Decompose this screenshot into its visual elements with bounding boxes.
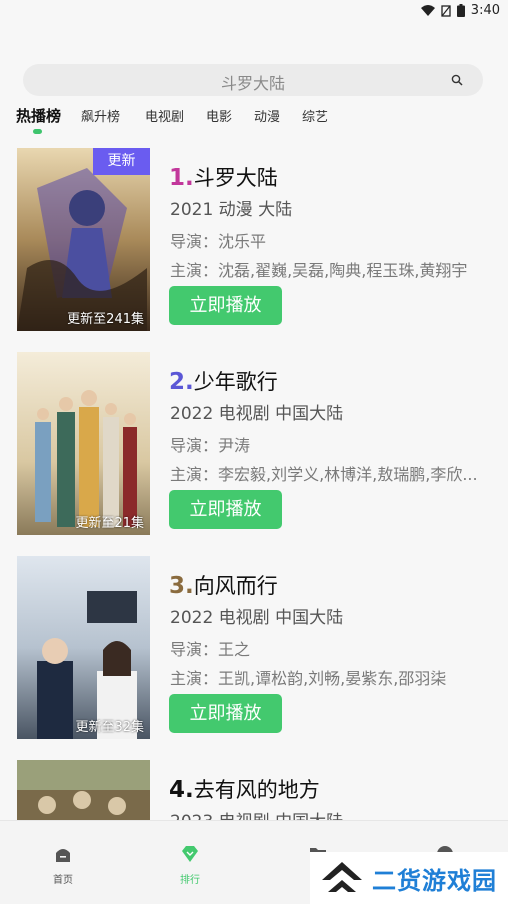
item-cast: 主演：李宏毅,刘学义,林博洋,敖瑞鹏,李欣...: [170, 465, 478, 484]
item-director: 导演：王之: [170, 640, 251, 659]
item-title[interactable]: 3.向风而行: [169, 570, 278, 600]
poster-art: [17, 148, 150, 331]
tab-rising[interactable]: 飙升榜: [81, 106, 120, 125]
nav-rank[interactable]: 排行: [160, 845, 220, 886]
poster-art: [17, 556, 150, 739]
watermark-logo-icon: [322, 862, 362, 892]
battery-icon: [456, 4, 465, 17]
category-tabs: 热播榜 飙升榜 电视剧 电影 动漫 综艺: [0, 104, 508, 134]
play-button[interactable]: 立即播放: [169, 694, 282, 733]
list-item[interactable]: 更新至21集 2.少年歌行 2022 电视剧 中国大陆 导演：尹涛 主演：李宏毅…: [0, 352, 508, 538]
item-meta: 2021 动漫 大陆: [170, 200, 293, 220]
sim-icon: [441, 4, 451, 17]
rank-number: 3.: [169, 573, 194, 599]
search-icon[interactable]: [451, 74, 463, 86]
tab-tv[interactable]: 电视剧: [145, 106, 184, 125]
tab-anime[interactable]: 动漫: [254, 106, 280, 125]
episode-count: 更新至241集: [67, 312, 144, 327]
rank-number: 1.: [169, 165, 194, 191]
item-title[interactable]: 1.斗罗大陆: [169, 162, 278, 192]
watermark-text: 二货游戏园: [372, 866, 497, 895]
rank-number: 2.: [169, 369, 194, 395]
tab-indicator: [33, 129, 42, 134]
nav-rank-label: 排行: [180, 875, 200, 886]
rank-number: 4.: [169, 777, 194, 803]
search-query: 斗罗大陆: [220, 74, 285, 93]
update-badge: 更新: [93, 148, 150, 175]
episode-count: 更新至32集: [75, 720, 144, 735]
item-cast: 主演：沈磊,翟巍,吴磊,陶典,程玉珠,黄翔宇: [170, 261, 468, 280]
poster-image[interactable]: 更新 更新至241集: [17, 148, 150, 331]
title-text: 去有风的地方: [193, 778, 320, 802]
nav-home[interactable]: 首页: [33, 845, 93, 886]
item-meta: 2022 电视剧 中国大陆: [170, 404, 344, 424]
item-director: 导演：沈乐平: [170, 232, 267, 251]
tab-hot[interactable]: 热播榜: [16, 105, 61, 126]
poster-image[interactable]: 更新至32集: [17, 556, 150, 739]
home-icon: [56, 849, 70, 862]
status-bar: 3:40: [0, 0, 508, 24]
site-watermark: 二货游戏园: [310, 852, 508, 904]
nav-home-label: 首页: [53, 875, 73, 886]
title-text: 斗罗大陆: [193, 166, 278, 190]
item-cast: 主演：王凯,谭松韵,刘畅,晏紫东,邵羽柒: [170, 669, 447, 688]
item-title[interactable]: 4.去有风的地方: [169, 774, 320, 804]
poster-image[interactable]: 更新至21集: [17, 352, 150, 535]
tab-variety[interactable]: 综艺: [302, 106, 328, 125]
episode-count: 更新至21集: [75, 516, 144, 531]
status-time: 3:40: [470, 3, 500, 18]
wifi-icon: [420, 5, 435, 16]
rank-icon: [182, 846, 198, 862]
title-text: 少年歌行: [193, 370, 278, 394]
item-meta: 2022 电视剧 中国大陆: [170, 608, 344, 628]
search-bar[interactable]: 斗罗大陆: [23, 64, 483, 96]
item-title[interactable]: 2.少年歌行: [169, 366, 278, 396]
list-item[interactable]: 更新 更新至241集 1.斗罗大陆 2021 动漫 大陆 导演：沈乐平 主演：沈…: [0, 148, 508, 334]
poster-art: [17, 352, 150, 535]
play-button[interactable]: 立即播放: [169, 286, 282, 325]
status-icons: 3:40: [420, 3, 500, 18]
title-text: 向风而行: [193, 574, 278, 598]
tab-movie[interactable]: 电影: [206, 106, 232, 125]
item-director: 导演：尹涛: [170, 436, 251, 455]
play-button[interactable]: 立即播放: [169, 490, 282, 529]
list-item[interactable]: 更新至32集 3.向风而行 2022 电视剧 中国大陆 导演：王之 主演：王凯,…: [0, 556, 508, 742]
